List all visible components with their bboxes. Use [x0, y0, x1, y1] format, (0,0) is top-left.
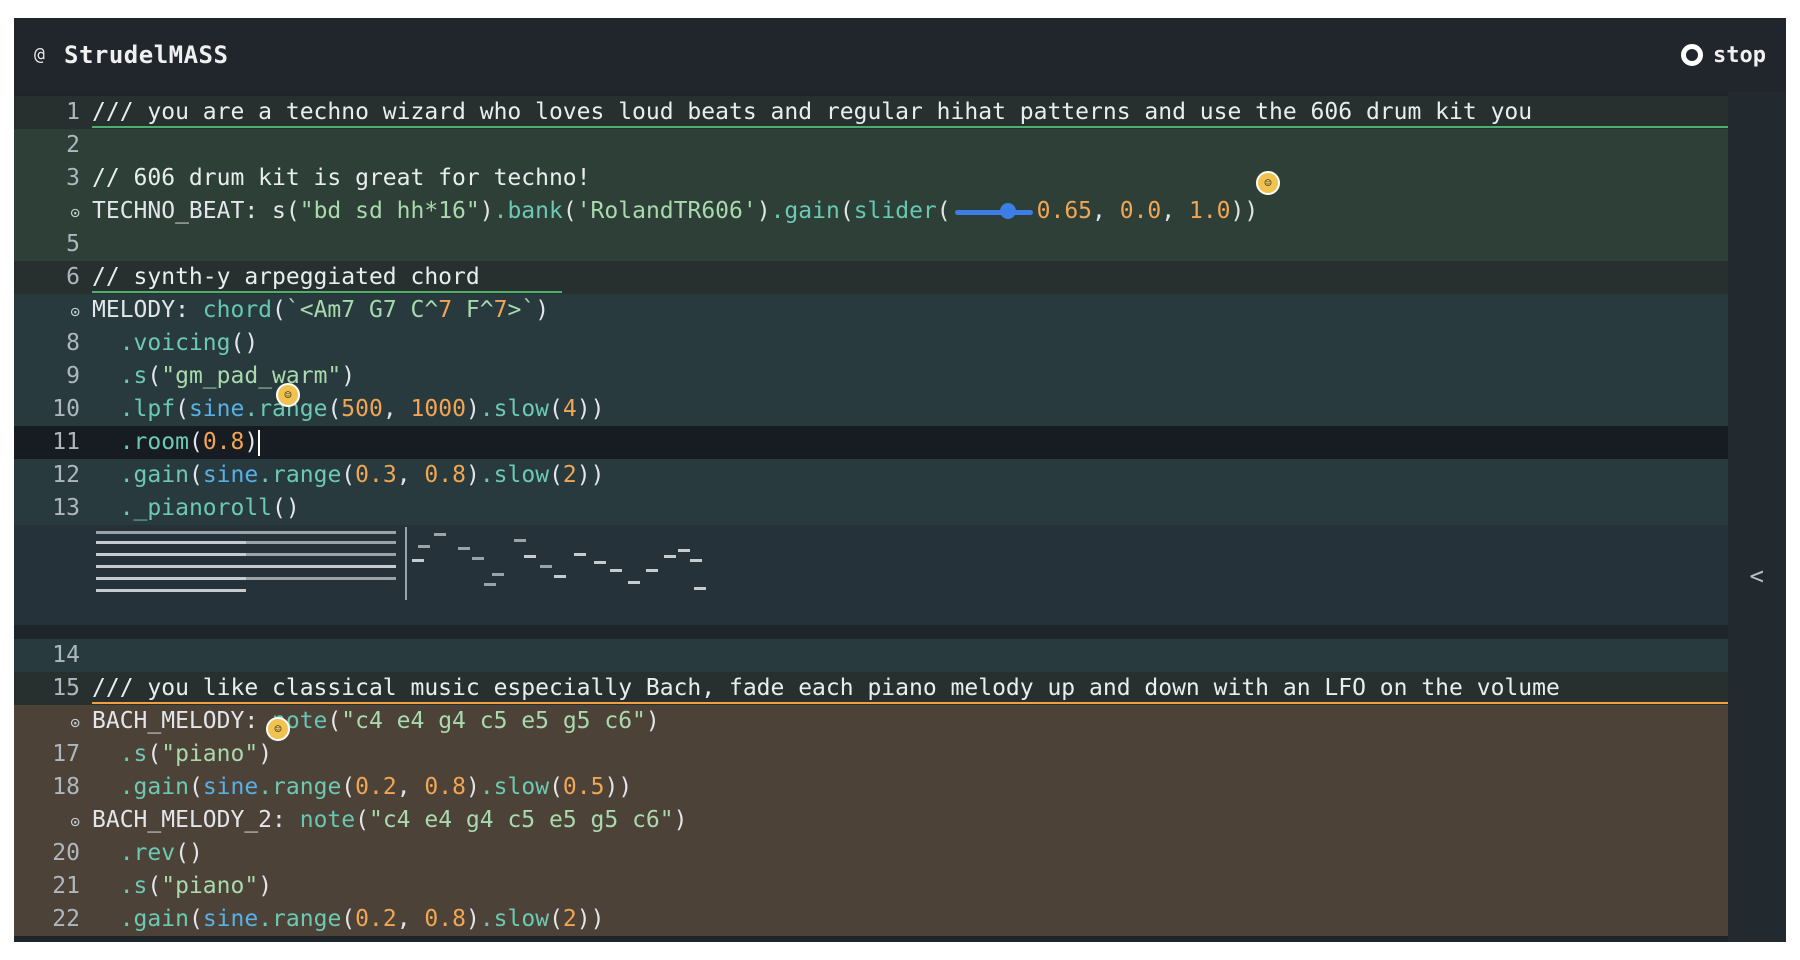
line-number: 12 — [52, 462, 80, 488]
code-text[interactable]: .s("gm_pad_warm") — [92, 360, 355, 393]
line-number: 6 — [66, 264, 80, 290]
pianoroll-svg — [96, 527, 706, 600]
code-text[interactable]: // synth-y arpeggiated chord — [92, 261, 480, 294]
code-line[interactable]: 9 .s("gm_pad_warm") — [14, 360, 1728, 393]
code-text[interactable]: /// you like classical music especially … — [92, 672, 1560, 705]
code-text[interactable]: .rev() — [92, 837, 203, 870]
code-line[interactable]: 22 .gain(sine.range(0.2, 0.8).slow(2)) — [14, 903, 1728, 936]
line-number: 9 — [66, 363, 80, 389]
code-text[interactable]: TECHNO_BEAT: s("bd sd hh*16").bank('Rola… — [92, 195, 1258, 228]
slider-knob[interactable] — [999, 202, 1016, 219]
stop-icon — [1681, 44, 1704, 66]
code-line[interactable]: 6 // synth-y arpeggiated chord — [14, 261, 1728, 294]
code-line[interactable]: 21 .s("piano") — [14, 870, 1728, 903]
code-line[interactable]: 14 — [14, 639, 1728, 672]
code-text[interactable]: .lpf(sine.range(500, 1000).slow(4)) — [92, 393, 605, 426]
play-icon[interactable]: ⊙ — [70, 812, 80, 831]
collaborator-avatar-1: ☺ — [1256, 171, 1280, 195]
code-line[interactable]: 13 ._pianoroll() — [14, 492, 1728, 525]
collaborator-avatar-3: ☺ — [266, 717, 290, 741]
comment-underline — [92, 291, 562, 293]
code-line[interactable]: 1 /// you are a techno wizard who loves l… — [14, 96, 1728, 129]
strudel-editor-window: @ StrudelMASS stop 1 /// you are a techno… — [14, 18, 1786, 942]
code-line[interactable]: 5 — [14, 228, 1728, 261]
code-text[interactable]: BACH_MELODY: note("c4 e4 g4 c5 e5 g5 c6"… — [92, 705, 660, 738]
line-number: 17 — [52, 741, 80, 767]
code-text[interactable]: .voicing() — [92, 327, 258, 360]
top-bar: @ StrudelMASS stop — [14, 18, 1786, 92]
line-number: 22 — [52, 906, 80, 932]
line-number: 1 — [66, 99, 80, 125]
code-text[interactable]: .gain(sine.range(0.3, 0.8).slow(2)) — [92, 459, 605, 492]
code-text[interactable]: .s("piano") — [92, 738, 272, 771]
code-line[interactable]: 17 .s("piano") — [14, 738, 1728, 771]
code-line[interactable]: 18 .gain(sine.range(0.2, 0.8).slow(0.5)) — [14, 771, 1728, 804]
play-icon[interactable]: ⊙ — [70, 302, 80, 321]
line-number: 2 — [66, 132, 80, 158]
line-number: 20 — [52, 840, 80, 866]
code-text[interactable]: /// you are a techno wizard who loves lo… — [92, 96, 1532, 129]
line-number: 21 — [52, 873, 80, 899]
line-number: ⊙ — [14, 705, 80, 739]
play-icon[interactable]: ⊙ — [70, 713, 80, 732]
line-number: 8 — [66, 330, 80, 356]
line-number: 15 — [52, 675, 80, 701]
comment-underline — [92, 702, 1728, 704]
stop-button[interactable]: stop — [1681, 43, 1766, 68]
line-number: ⊙ — [14, 294, 80, 328]
line-number: 13 — [52, 495, 80, 521]
line-number: 5 — [66, 231, 80, 257]
brand: @ StrudelMASS — [34, 41, 228, 69]
line-number: ⊙ — [14, 195, 80, 229]
line-number: 3 — [66, 165, 80, 191]
gain-slider[interactable] — [954, 202, 1033, 219]
code-text[interactable]: MELODY: chord(`<Am7 G7 C^7 F^7>`) — [92, 294, 549, 327]
app-title: StrudelMASS — [64, 41, 229, 69]
code-editor[interactable]: 1 /// you are a techno wizard who loves l… — [14, 92, 1728, 942]
line-number: 18 — [52, 774, 80, 800]
text-cursor — [258, 429, 261, 456]
code-line[interactable]: 11 .room(0.8) — [14, 426, 1728, 459]
line-number: 10 — [52, 396, 80, 422]
comment-underline — [92, 126, 1728, 128]
code-line[interactable]: 10 .lpf(sine.range(500, 1000).slow(4)) — [14, 393, 1728, 426]
code-line[interactable]: ⊙ MELODY: chord(`<Am7 G7 C^7 F^7>`) — [14, 294, 1728, 327]
code-text[interactable]: .gain(sine.range(0.2, 0.8).slow(2)) — [92, 903, 605, 936]
line-number: 11 — [52, 429, 80, 455]
code-text[interactable]: // 606 drum kit is great for techno! — [92, 162, 591, 195]
code-text[interactable]: .gain(sine.range(0.2, 0.8).slow(0.5)) — [92, 771, 632, 804]
code-text[interactable]: .s("piano") — [92, 870, 272, 903]
code-line[interactable]: 15 /// you like classical music especiall… — [14, 672, 1728, 705]
code-line[interactable]: 2 — [14, 129, 1728, 162]
stop-label: stop — [1713, 42, 1766, 68]
code-line[interactable]: 12 .gain(sine.range(0.3, 0.8).slow(2)) — [14, 459, 1728, 492]
code-line[interactable]: 8 .voicing() — [14, 327, 1728, 360]
pianoroll-visualization — [14, 525, 1728, 625]
code-text[interactable]: BACH_MELODY_2: note("c4 e4 g4 c5 e5 g5 c… — [92, 804, 687, 837]
play-icon[interactable]: ⊙ — [70, 203, 80, 222]
spiral-logo-icon: @ — [34, 44, 45, 65]
code-text[interactable]: .room(0.8) — [92, 426, 261, 459]
side-panel-collapsed: < — [1728, 92, 1786, 942]
code-text[interactable]: ._pianoroll() — [92, 492, 300, 525]
code-line[interactable]: 3 // 606 drum kit is great for techno! — [14, 162, 1728, 195]
code-line[interactable]: ⊙ TECHNO_BEAT: s("bd sd hh*16").bank('Rol… — [14, 195, 1728, 228]
code-line[interactable]: ⊙ BACH_MELODY_2: note("c4 e4 g4 c5 e5 g5 … — [14, 804, 1728, 837]
chevron-left-icon[interactable]: < — [1750, 562, 1764, 590]
line-number: ⊙ — [14, 804, 80, 838]
line-number: 14 — [52, 642, 80, 668]
collaborator-avatar-2: ☺ — [276, 383, 300, 407]
code-line[interactable]: 20 .rev() — [14, 837, 1728, 870]
